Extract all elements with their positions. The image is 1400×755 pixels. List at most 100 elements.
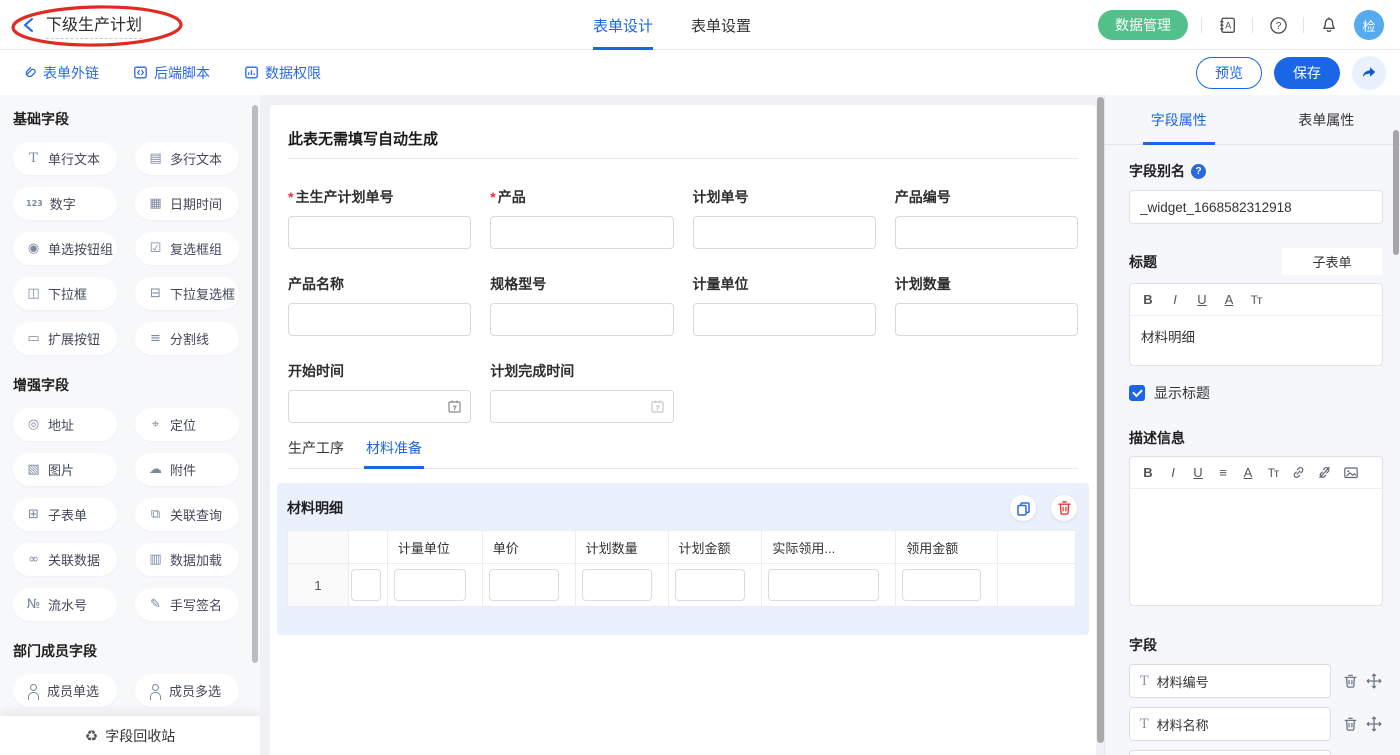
alias-help-icon[interactable]: ?: [1191, 164, 1206, 179]
delete-field-button[interactable]: [1343, 716, 1358, 732]
tab-production-process[interactable]: 生产工序: [288, 435, 344, 468]
tab-form-settings[interactable]: 表单设置: [691, 0, 751, 50]
palette-item-multi-line-text[interactable]: ▤多行文本: [135, 142, 239, 175]
font-color-icon[interactable]: A: [1222, 292, 1236, 307]
show-title-checkbox[interactable]: [1129, 385, 1145, 401]
palette-item-location[interactable]: ⌖定位: [135, 408, 239, 441]
column-header-plan-qty[interactable]: 计划数量: [576, 531, 669, 564]
master-plan-no-input[interactable]: [288, 216, 471, 249]
column-header-actual-usage[interactable]: 实际领用...: [762, 531, 896, 564]
tab-form-properties[interactable]: 表单属性: [1253, 95, 1400, 144]
notification-bell-icon[interactable]: [1317, 13, 1341, 37]
bold-icon[interactable]: B: [1141, 465, 1155, 480]
form-field-product-code[interactable]: 产品编号: [895, 187, 1078, 249]
form-field-start-time[interactable]: 开始时间: [288, 361, 471, 423]
palette-item-serial-number[interactable]: №流水号: [13, 588, 117, 621]
palette-item-datetime[interactable]: ▦日期时间: [135, 187, 239, 220]
form-field-product-name[interactable]: 产品名称: [288, 274, 471, 336]
column-header-usage-amount[interactable]: 领用金额: [896, 531, 998, 564]
unit-price-cell-input[interactable]: [489, 569, 559, 601]
underline-icon[interactable]: U: [1195, 292, 1209, 307]
form-field-spec-model[interactable]: 规格型号: [490, 274, 673, 336]
unit-input[interactable]: [693, 303, 876, 336]
insert-link-icon[interactable]: [1291, 465, 1306, 480]
start-time-input[interactable]: [288, 390, 471, 423]
field-recycle-bin[interactable]: ♻ 字段回收站: [0, 716, 260, 755]
form-description-title[interactable]: 此表无需填写自动生成: [288, 128, 1078, 149]
palette-item-single-line-text[interactable]: T单行文本: [13, 142, 117, 175]
underline-icon[interactable]: U: [1191, 465, 1205, 480]
align-icon[interactable]: ≡: [1216, 465, 1230, 480]
palette-item-image[interactable]: ▧图片: [13, 453, 117, 486]
copy-subform-button[interactable]: [1010, 495, 1036, 521]
spec-model-input[interactable]: [490, 303, 673, 336]
form-field-plan-qty[interactable]: 计划数量: [895, 274, 1078, 336]
tab-form-design[interactable]: 表单设计: [593, 0, 653, 50]
remove-link-icon[interactable]: [1317, 465, 1332, 480]
tab-material-preparation[interactable]: 材料准备: [366, 435, 422, 468]
form-field-plan-finish-time[interactable]: 计划完成时间: [490, 361, 673, 423]
description-editor-content[interactable]: [1130, 489, 1382, 605]
palette-item-linked-query[interactable]: ⧉关联查询: [135, 498, 239, 531]
unit-cell-input[interactable]: [394, 569, 466, 601]
italic-icon[interactable]: I: [1168, 292, 1182, 307]
subform-field-material-code[interactable]: T 材料编号: [1129, 664, 1331, 698]
subform-field-material-name[interactable]: T 材料名称: [1129, 707, 1331, 741]
palette-item-divider-line[interactable]: ≡分割线: [135, 322, 239, 355]
move-field-handle[interactable]: [1366, 716, 1382, 732]
palette-item-subform[interactable]: ⊞子表单: [13, 498, 117, 531]
palette-item-address[interactable]: ◎地址: [13, 408, 117, 441]
data-manage-button[interactable]: 数据管理: [1098, 10, 1188, 40]
usage-amount-cell-input[interactable]: [902, 569, 981, 601]
plan-no-input[interactable]: [693, 216, 876, 249]
font-size-icon[interactable]: Tт: [1266, 466, 1280, 480]
field-alias-input[interactable]: [1129, 190, 1383, 224]
palette-item-number[interactable]: 123数字: [13, 187, 117, 220]
move-field-handle[interactable]: [1366, 673, 1382, 689]
share-button[interactable]: [1352, 56, 1386, 90]
translate-book-icon[interactable]: A: [1215, 13, 1239, 37]
palette-item-multi-select[interactable]: ⊟下拉复选框: [135, 277, 239, 310]
user-avatar[interactable]: 检: [1354, 10, 1384, 40]
form-field-plan-no[interactable]: 计划单号: [693, 187, 876, 249]
tab-field-properties[interactable]: 字段属性: [1105, 95, 1253, 144]
column-header-plan-amount[interactable]: 计划金额: [669, 531, 763, 564]
palette-item-signature[interactable]: ✎手写签名: [135, 588, 239, 621]
subform-field-spec-model[interactable]: T 规格型号: [1129, 750, 1331, 755]
column-header-unit-price[interactable]: 单价: [483, 531, 576, 564]
delete-field-button[interactable]: [1343, 673, 1358, 689]
subform-material-detail[interactable]: 材料明细 计量单位 单价: [277, 483, 1089, 635]
help-icon[interactable]: ?: [1266, 13, 1290, 37]
save-button[interactable]: 保存: [1274, 57, 1340, 89]
palette-item-member-multi[interactable]: 成员多选: [135, 674, 239, 707]
actual-usage-cell-input[interactable]: [768, 569, 879, 601]
italic-icon[interactable]: I: [1166, 465, 1180, 480]
form-field-product[interactable]: *产品: [490, 187, 673, 249]
description-editor[interactable]: B I U ≡ A Tт: [1129, 456, 1383, 606]
canvas-scrollbar[interactable]: [1097, 97, 1104, 743]
form-field-master-plan-no[interactable]: *主生产计划单号: [288, 187, 471, 249]
font-size-icon[interactable]: Tт: [1249, 293, 1263, 307]
plan-qty-input[interactable]: [895, 303, 1078, 336]
back-button[interactable]: 下级生产计划: [22, 0, 142, 50]
show-title-checkbox-row[interactable]: 显示标题: [1129, 383, 1382, 403]
palette-item-extend-button[interactable]: ▭扩展按钮: [13, 322, 117, 355]
data-permission-link[interactable]: 数据权限: [244, 50, 321, 95]
form-field-unit[interactable]: 计量单位: [693, 274, 876, 336]
palette-item-attachment[interactable]: ☁附件: [135, 453, 239, 486]
palette-item-radio-group[interactable]: ◉单选按钮组: [13, 232, 117, 265]
palette-item-linked-data[interactable]: ∞关联数据: [13, 543, 117, 576]
form-external-link[interactable]: 表单外链: [22, 50, 99, 95]
clipped-cell-input[interactable]: [351, 569, 381, 601]
insert-image-icon[interactable]: [1343, 465, 1359, 480]
plan-qty-cell-input[interactable]: [582, 569, 652, 601]
palette-item-member-single[interactable]: 成员单选: [13, 674, 117, 707]
preview-button[interactable]: 预览: [1196, 57, 1262, 89]
palette-item-checkbox-group[interactable]: ☑复选框组: [135, 232, 239, 265]
product-name-input[interactable]: [288, 303, 471, 336]
title-editor[interactable]: B I U A Tт 材料明细: [1129, 283, 1383, 366]
bold-icon[interactable]: B: [1141, 292, 1155, 307]
plan-finish-time-input[interactable]: [490, 390, 673, 423]
product-input[interactable]: [490, 216, 673, 249]
document-title[interactable]: 下级生产计划: [46, 11, 142, 39]
